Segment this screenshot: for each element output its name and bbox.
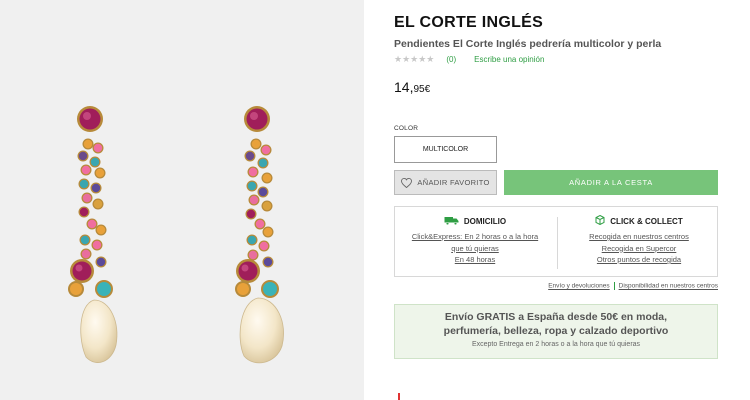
right-earring [235, 106, 284, 364]
click-collect-title: CLICK & COLLECT [559, 214, 719, 227]
color-option-multicolor[interactable]: MULTICOLOR [394, 136, 497, 163]
write-review-link[interactable]: Escribe una opinión [474, 55, 544, 64]
info-links-divider [613, 282, 615, 290]
brand-name[interactable]: EL CORTE INGLÉS [394, 14, 543, 32]
home-delivery-column: DOMICILIO Click&Express: En 2 horas o a … [395, 215, 555, 266]
product-image-gallery[interactable] [0, 0, 364, 400]
click-express-link[interactable]: Click&Express: En 2 horas o a la hora [395, 231, 555, 243]
home-delivery-title: DOMICILIO [395, 215, 555, 227]
delivery-48h-link[interactable]: En 48 horas [395, 254, 555, 266]
color-label: COLOR [394, 125, 419, 132]
pickup-supercor-link[interactable]: Recogida en Supercor [559, 243, 719, 255]
price-cents: 95€ [413, 84, 431, 95]
free-shipping-banner: Envío GRATIS a España desde 50€ en moda,… [394, 304, 718, 359]
earrings-image [68, 106, 284, 364]
package-icon [595, 214, 605, 227]
heart-icon [401, 177, 413, 188]
truck-icon [444, 216, 459, 227]
section-marker [398, 393, 400, 400]
info-links: Envío y devoluciones Disponibilidad en nu… [394, 282, 718, 290]
store-availability-link[interactable]: Disponibilidad en nuestros centros [619, 283, 718, 290]
rating-row: ★★★★★ (0) Escribe una opinión [394, 54, 544, 65]
click-collect-column: CLICK & COLLECT Recogida en nuestros cen… [559, 214, 719, 266]
rating-stars: ★★★★★ [394, 54, 435, 64]
add-to-cart-button[interactable]: AÑADIR A LA CESTA [504, 170, 718, 195]
price-whole: 14, [394, 79, 414, 95]
other-pickup-points-link[interactable]: Otros puntos de recogida [559, 254, 719, 266]
delivery-divider [557, 217, 558, 269]
click-express-link-cont[interactable]: que tú quieras [395, 243, 555, 255]
add-favorite-label: AÑADIR FAVORITO [417, 178, 490, 187]
click-collect-label: CLICK & COLLECT [610, 216, 683, 226]
free-shipping-text: Envío GRATIS a España desde 50€ en moda,… [443, 311, 669, 337]
delivery-options: DOMICILIO Click&Express: En 2 horas o a … [394, 206, 718, 277]
add-favorite-button[interactable]: AÑADIR FAVORITO [394, 170, 497, 195]
product-info-panel: EL CORTE INGLÉS Pendientes El Corte Ingl… [394, 0, 718, 400]
product-title: Pendientes El Corte Inglés pedrería mult… [394, 38, 662, 50]
pickup-stores-link[interactable]: Recogida en nuestros centros [559, 231, 719, 243]
product-price: 14,95€ [394, 79, 430, 95]
left-earring [68, 106, 118, 363]
shipping-returns-link[interactable]: Envío y devoluciones [548, 283, 609, 290]
free-shipping-exception: Excepto Entrega en 2 horas o a la hora q… [471, 341, 641, 348]
home-delivery-label: DOMICILIO [463, 216, 507, 226]
rating-count-link[interactable]: (0) [446, 55, 456, 64]
